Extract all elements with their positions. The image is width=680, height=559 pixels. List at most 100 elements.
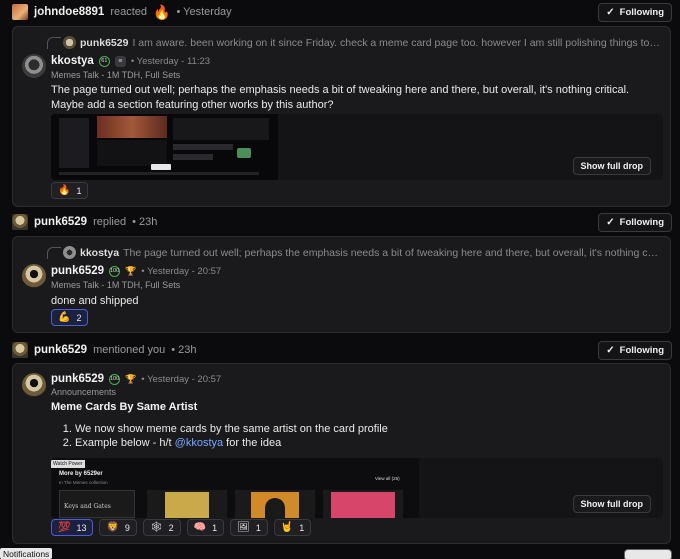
- reaction-lion[interactable]: 🦁 9: [99, 519, 137, 536]
- picture-icon: 🖼: [237, 522, 250, 533]
- trophy-icon: 🏆: [125, 265, 137, 276]
- wave-name[interactable]: Memes Talk - 1M TDH, Full Sets: [51, 70, 180, 80]
- check-icon: ✓: [606, 345, 615, 356]
- preview-heading: More by 6529er: [59, 471, 103, 477]
- reaction-rock-hand[interactable]: 🤘 1: [273, 519, 312, 536]
- quoted-drop[interactable]: kkostya The page turned out well; perhap…: [63, 246, 660, 259]
- show-full-drop-button[interactable]: Show full drop: [572, 495, 651, 513]
- notification-time: • 23h: [171, 344, 197, 356]
- reaction-count: 1: [76, 185, 82, 196]
- post-list: We now show meme cards by the same artis…: [65, 422, 388, 450]
- post-text: The page turned out well; perhaps the em…: [51, 84, 630, 111]
- reaction-count: 2: [76, 312, 82, 323]
- post-meta: punk6529 100 🏆 • Yesterday - 20:57: [51, 265, 221, 277]
- list-text: Example below - h/t: [75, 437, 175, 449]
- reaction-count: 9: [124, 522, 130, 533]
- post-time: • Yesterday - 20:57: [141, 265, 222, 277]
- post-user[interactable]: punk6529: [51, 265, 104, 277]
- quote-text: I am aware. been working on it since Fri…: [132, 36, 660, 49]
- list-item: Example below - h/t @kkostya for the ide…: [75, 436, 388, 450]
- post-meta: kkostya 61 ≡ • Yesterday - 11:23: [51, 55, 210, 67]
- drop-card[interactable]: kkostya The page turned out well; perhap…: [12, 236, 671, 333]
- avatar: [63, 36, 76, 49]
- follow-button[interactable]: [624, 549, 672, 559]
- reactions: 💪 2: [51, 309, 89, 326]
- mention-link[interactable]: @kkostya: [175, 437, 223, 449]
- show-full-drop-button[interactable]: Show full drop: [572, 157, 651, 175]
- reaction-hundred[interactable]: 💯 13: [51, 519, 94, 536]
- reaction-count: 1: [299, 522, 305, 533]
- avatar[interactable]: [12, 342, 28, 358]
- drop-media[interactable]: Watch Power More by 6529er In The Memes …: [51, 458, 663, 518]
- wave-name[interactable]: Announcements: [51, 387, 116, 397]
- following-label: Following: [619, 7, 664, 18]
- check-icon: ✓: [606, 217, 615, 228]
- post-user[interactable]: kkostya: [51, 55, 94, 67]
- quote-text: The page turned out well; perhaps the em…: [123, 246, 660, 259]
- reactions: 🔥 1: [51, 182, 89, 199]
- post-user[interactable]: punk6529: [51, 373, 104, 385]
- notification-user[interactable]: punk6529: [34, 216, 87, 228]
- reactions: 💯 13 🦁 9 🕸 2 🧠 1 🖼 1 🤘 1: [51, 519, 312, 536]
- level-badge: 61: [98, 55, 110, 67]
- quote-connector: [47, 37, 61, 49]
- avatar[interactable]: [12, 4, 28, 20]
- preview-view-all: View all (25): [375, 476, 400, 481]
- level-badge: 100: [109, 373, 121, 385]
- avatar[interactable]: [22, 373, 46, 397]
- brain-icon: 🧠: [193, 522, 207, 533]
- web-icon: 🕸: [149, 522, 163, 533]
- quote-user[interactable]: punk6529: [80, 37, 128, 49]
- post-meta: punk6529 100 🏆 • Yesterday - 20:57: [51, 373, 221, 385]
- notification-user[interactable]: punk6529: [34, 344, 87, 356]
- post-text: done and shipped: [51, 295, 139, 307]
- list-item: We now show meme cards by the same artis…: [75, 422, 388, 436]
- following-label: Following: [619, 217, 664, 228]
- post-time: • Yesterday - 11:23: [130, 55, 211, 67]
- avatar[interactable]: [12, 214, 28, 230]
- reaction-fire[interactable]: 🔥 1: [51, 182, 89, 199]
- notifications-tooltip: Notifications: [0, 548, 53, 559]
- avatar[interactable]: [22, 264, 46, 288]
- reaction-web[interactable]: 🕸 2: [142, 519, 181, 536]
- following-label: Following: [619, 345, 664, 356]
- notification-action: mentioned you: [93, 344, 166, 356]
- drop-card[interactable]: punk6529 100 🏆 • Yesterday - 20:57 Annou…: [12, 363, 671, 544]
- drop-media[interactable]: Show full drop: [51, 114, 663, 180]
- notification-action: replied: [93, 216, 127, 228]
- check-icon: ✓: [606, 7, 615, 18]
- wave-name[interactable]: Memes Talk - 1M TDH, Full Sets: [51, 280, 180, 290]
- reaction-muscle[interactable]: 💪 2: [51, 309, 89, 326]
- drop-card[interactable]: punk6529 I am aware. been working on it …: [12, 26, 671, 207]
- notification-user[interactable]: johndoe8891: [34, 6, 104, 18]
- reaction-count: 2: [168, 522, 174, 533]
- reaction-count: 13: [76, 522, 87, 533]
- hundred-icon: 💯: [58, 522, 71, 533]
- avatar[interactable]: [22, 54, 46, 78]
- notification-header: johndoe8891 reacted 🔥 • Yesterday: [12, 2, 232, 22]
- notification-time: • 23h: [132, 216, 158, 228]
- preview-sub: In The Memes collection: [59, 480, 108, 485]
- notification-action: reacted: [110, 6, 148, 18]
- list-text: for the idea: [223, 437, 282, 449]
- level-badge: 100: [109, 265, 121, 277]
- quote-user[interactable]: kkostya: [80, 247, 119, 259]
- avatar: [63, 246, 76, 259]
- preview-tag: Watch Power: [51, 460, 85, 468]
- fire-icon: 🔥: [58, 185, 71, 196]
- notification-header: punk6529 mentioned you • 23h: [12, 340, 197, 360]
- post-time: • Yesterday - 20:57: [141, 373, 222, 385]
- notification-time: • Yesterday: [176, 6, 232, 18]
- post-title: Meme Cards By Same Artist: [51, 401, 198, 413]
- quote-connector: [47, 247, 61, 259]
- following-button[interactable]: ✓ Following: [598, 3, 672, 22]
- reaction-count: 1: [255, 522, 261, 533]
- reaction-brain[interactable]: 🧠 1: [186, 519, 225, 536]
- reaction-picture[interactable]: 🖼 1: [230, 519, 268, 536]
- quoted-drop[interactable]: punk6529 I am aware. been working on it …: [63, 36, 660, 49]
- lion-icon: 🦁: [106, 522, 119, 533]
- following-button[interactable]: ✓ Following: [598, 213, 672, 232]
- following-button[interactable]: ✓ Following: [598, 341, 672, 360]
- screenshot-image: [51, 114, 278, 180]
- muscle-icon: 💪: [58, 312, 71, 323]
